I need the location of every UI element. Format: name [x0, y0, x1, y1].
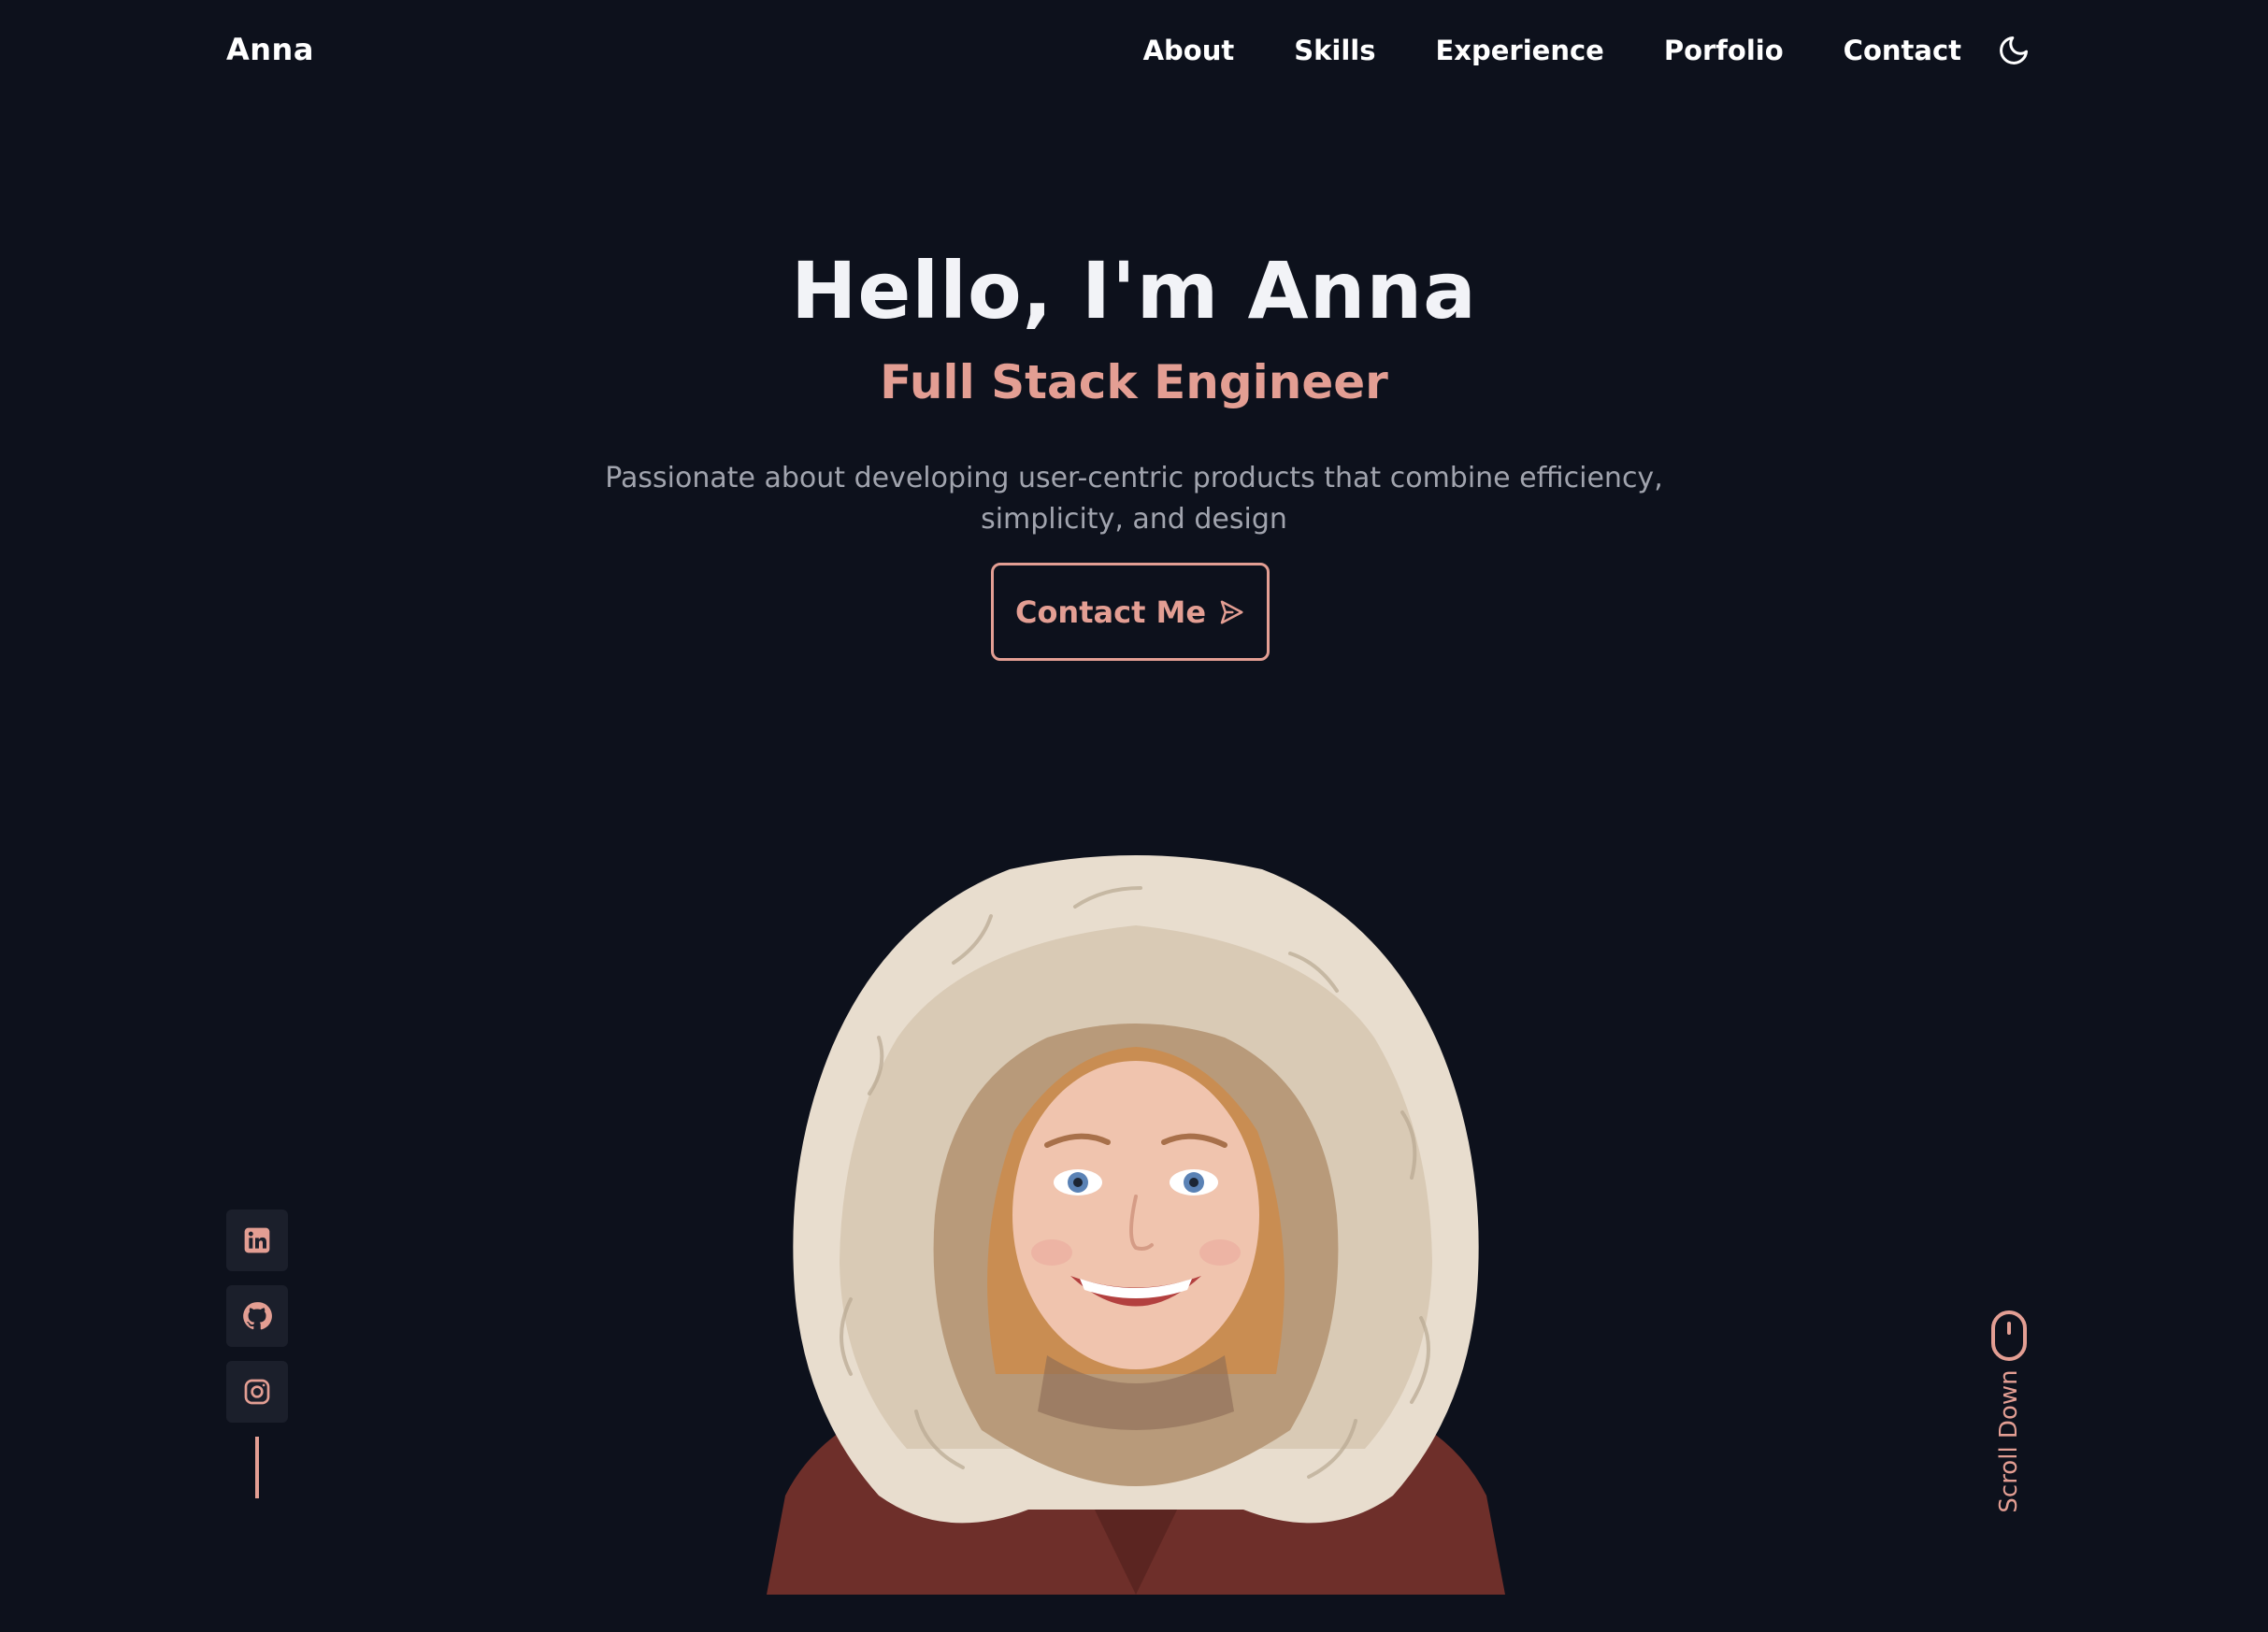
mouse-icon: [1991, 1310, 2027, 1361]
social-divider-line: [255, 1437, 259, 1498]
hero-description: Passionate about developing user-centric…: [605, 462, 1663, 536]
scroll-down-label: Scroll Down: [1995, 1369, 2023, 1513]
site-header: Anna About Skills Experience Porfolio Co…: [0, 0, 2268, 105]
scroll-down-button[interactable]: Scroll Down: [1989, 1309, 2029, 1524]
contact-me-label: Contact Me: [1014, 594, 1207, 630]
social-links: [226, 1210, 288, 1498]
hero-subtitle: Full Stack Engineer: [880, 355, 1388, 409]
theme-toggle-button[interactable]: [1995, 32, 2032, 69]
linkedin-icon: [244, 1227, 270, 1253]
hero-title: Hello, I'm Anna: [791, 245, 1477, 336]
send-icon: [1217, 598, 1245, 626]
nav-experience[interactable]: Experience: [1435, 35, 1603, 66]
profile-portrait: [767, 855, 1505, 1595]
nav-contact[interactable]: Contact: [1844, 35, 1961, 66]
github-link[interactable]: [226, 1285, 288, 1347]
linkedin-link[interactable]: [226, 1210, 288, 1271]
contact-me-button[interactable]: Contact Me: [991, 563, 1270, 661]
nav-about[interactable]: About: [1143, 35, 1235, 66]
nav-portfolio[interactable]: Porfolio: [1664, 35, 1784, 66]
instagram-link[interactable]: [226, 1361, 288, 1423]
instagram-icon: [244, 1379, 270, 1405]
nav-skills[interactable]: Skills: [1294, 35, 1375, 66]
moon-icon: [2000, 36, 2028, 64]
github-icon: [243, 1302, 272, 1330]
main-nav: About Skills Experience Porfolio Contact: [1143, 32, 2032, 69]
logo[interactable]: Anna: [226, 32, 314, 67]
